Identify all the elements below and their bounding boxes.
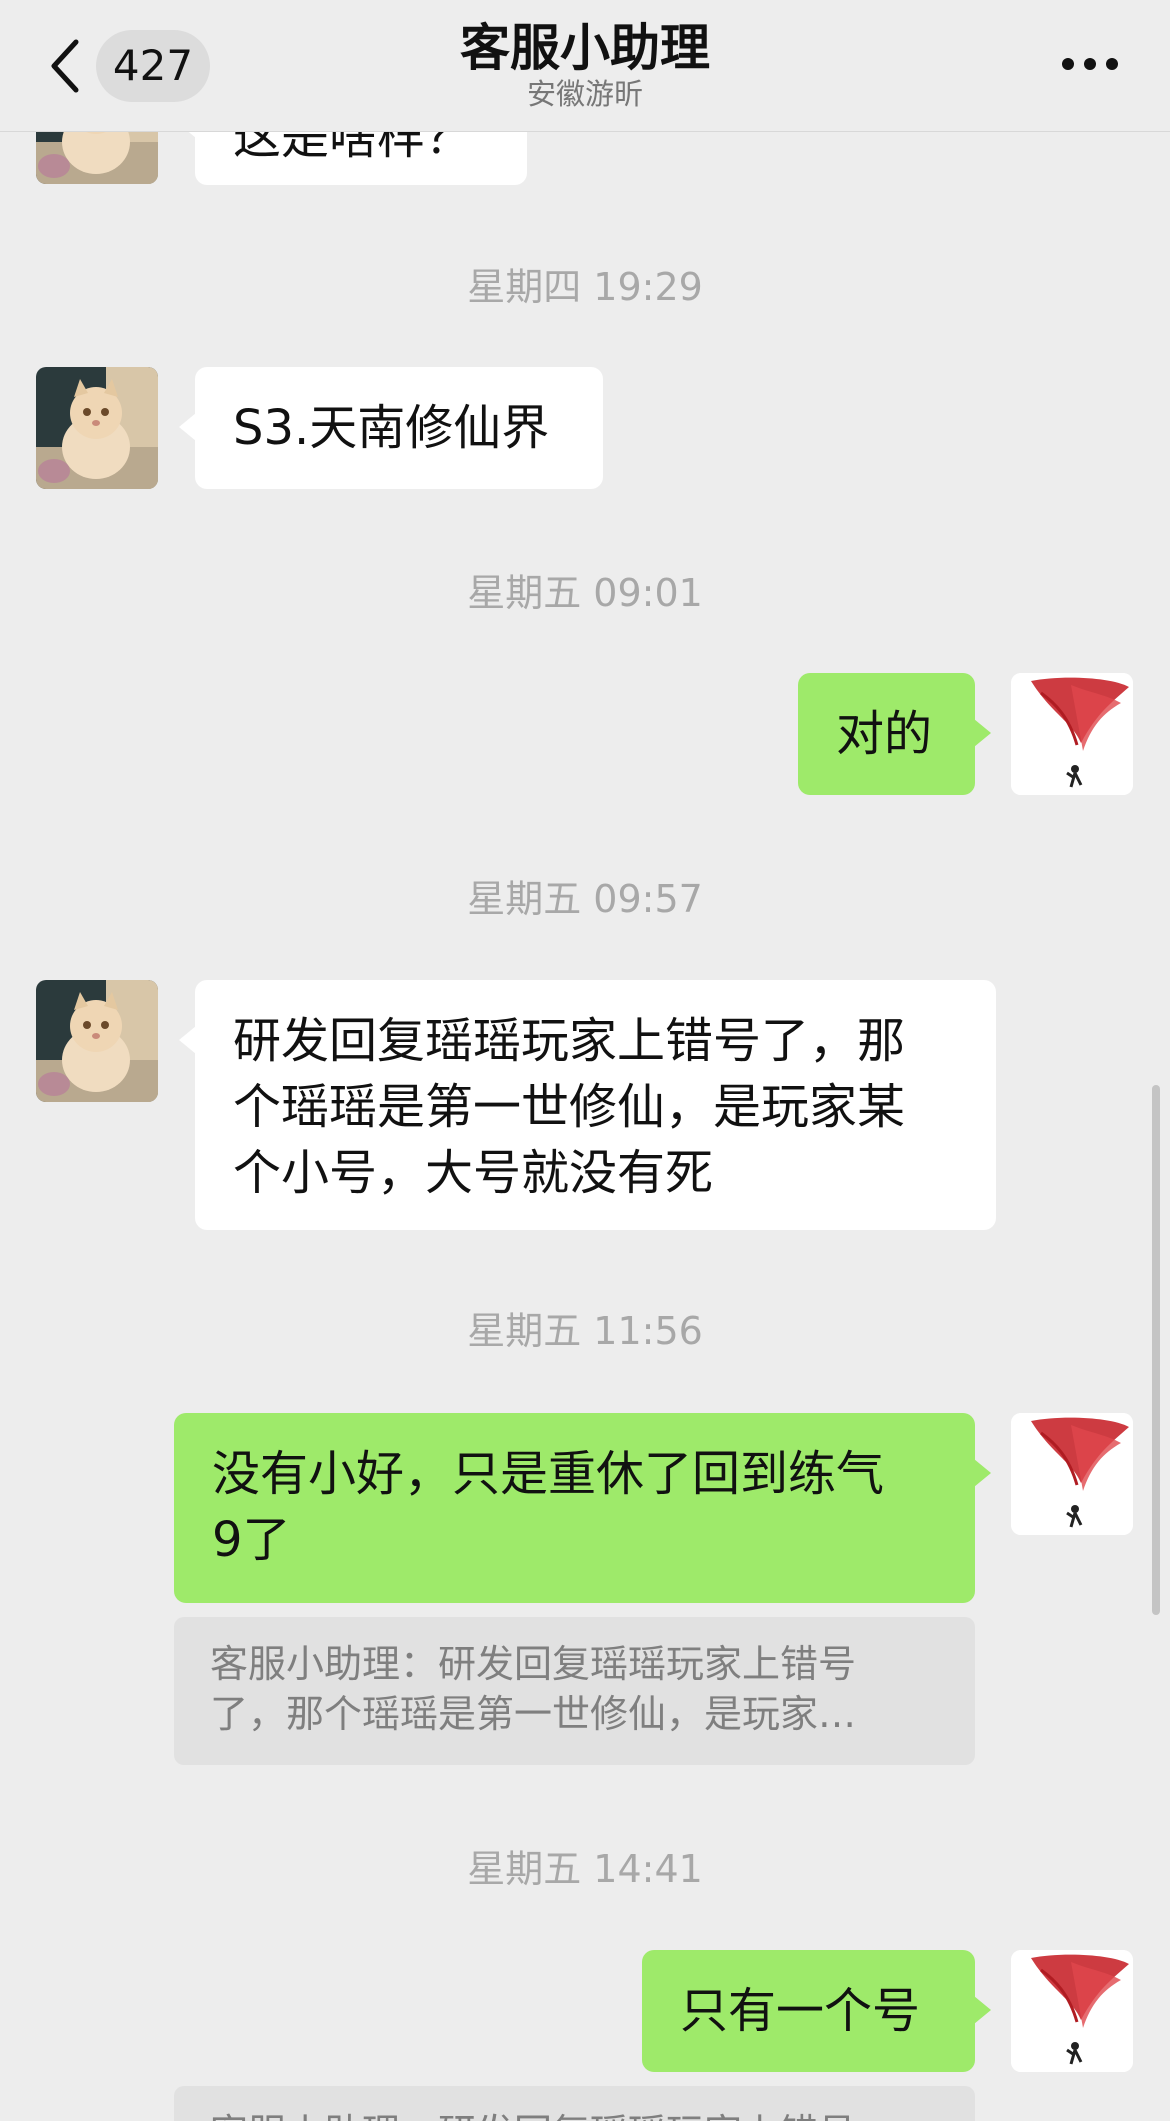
message-bubble-incoming[interactable]: S3.天南修仙界 — [179, 367, 603, 489]
chat-title: 客服小助理 — [460, 19, 710, 77]
quoted-message[interactable]: 客服小助理：研发回复瑶瑶玩家上错号 — [174, 2086, 975, 2121]
message-timestamp: 星期四 19:29 — [467, 265, 703, 309]
message-timestamp: 星期五 11:56 — [467, 1309, 703, 1353]
message-bubble-incoming[interactable]: 研发回复瑶瑶玩家上错号了，那 个瑶瑶是第一世修仙，是玩家某 个小号，大号就没有死 — [179, 980, 996, 1230]
chat-subtitle: 安徽游昕 — [526, 77, 643, 111]
message-bubble-outgoing[interactable]: 只有一个号 — [642, 1950, 991, 2072]
self-avatar[interactable] — [1011, 1413, 1133, 1535]
contact-avatar[interactable] — [36, 367, 158, 489]
message-timestamp: 星期五 09:57 — [467, 877, 703, 921]
message-timestamp: 星期五 09:01 — [467, 571, 703, 615]
quoted-message[interactable]: 客服小助理：研发回复瑶瑶玩家上错号 了，那个瑶瑶是第一世修仙，是玩家… — [174, 1617, 975, 1765]
more-dots-icon[interactable] — [1060, 56, 1120, 72]
message-bubble-outgoing[interactable]: 没有小好，只是重休了回到练气 9了 — [174, 1413, 991, 1603]
self-avatar[interactable] — [1011, 673, 1133, 795]
chat-message-list[interactable]: 这是啥样？ 星期四 19:29 S3.天南修仙界 星期五 09:01 对的 星期… — [0, 0, 1170, 2121]
message-bubble-outgoing[interactable]: 对的 — [798, 673, 991, 795]
scrollbar[interactable] — [1152, 1085, 1160, 1615]
nav-bar: 427 客服小助理 安徽游昕 — [0, 0, 1170, 132]
message-timestamp: 星期五 14:41 — [467, 1847, 703, 1891]
contact-avatar[interactable] — [36, 980, 158, 1102]
self-avatar[interactable] — [1011, 1950, 1133, 2072]
